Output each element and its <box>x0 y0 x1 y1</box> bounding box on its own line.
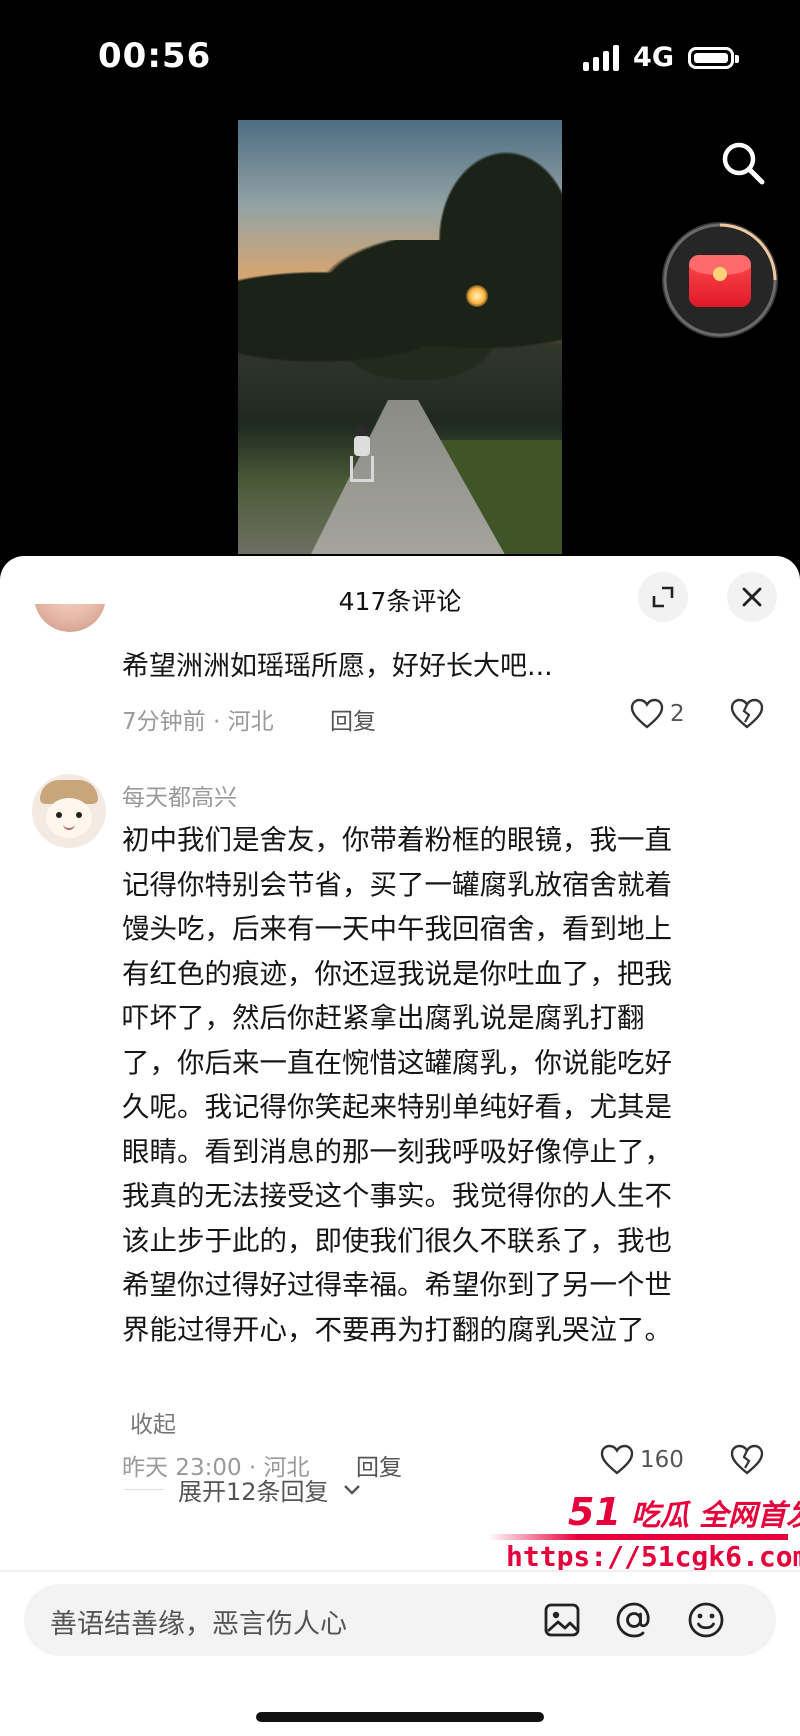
comment-line: 初中我们是舍友，你带着粉框的眼镜，我一直 <box>122 824 672 856</box>
divider <box>0 1570 800 1572</box>
comment-text: 初中我们是舍友，你带着粉框的眼镜，我一直 记得你特别会节省，买了一罐腐乳放宿舍就… <box>122 818 752 1352</box>
broken-heart-icon <box>730 1444 764 1475</box>
expand-replies-label: 展开12条回复 <box>178 1478 329 1506</box>
status-bar: 00:56 4G <box>0 0 800 110</box>
watermark: 51 吃瓜 全网首发 https://51cgk6.com <box>488 1490 800 1578</box>
red-packet-icon[interactable] <box>662 222 778 338</box>
child-on-bike <box>350 424 374 482</box>
search-icon[interactable] <box>718 138 768 188</box>
status-indicators: 4G <box>583 42 739 73</box>
status-time: 00:56 <box>98 36 212 76</box>
signal-icon <box>583 44 620 71</box>
network-type: 4G <box>633 42 674 73</box>
comment-line: 馒头吃，后来有一天中午我回宿舍，看到地上 <box>122 913 672 945</box>
comment-line: 记得你特别会节省，买了一罐腐乳放宿舍就着 <box>122 868 672 901</box>
comment-line: 希望你过得好过得幸福。希望你到了另一个世 <box>122 1269 672 1301</box>
close-icon <box>742 587 762 607</box>
like-button[interactable]: 2 <box>630 698 685 730</box>
like-count: 2 <box>670 701 685 727</box>
avatar[interactable] <box>34 604 106 632</box>
close-button[interactable] <box>727 572 777 622</box>
expand-button[interactable] <box>638 572 688 622</box>
like-count: 160 <box>640 1447 684 1473</box>
comment-line: 久呢。我记得你笑起来特别单纯好看，尤其是 <box>122 1091 672 1123</box>
expand-icon <box>652 586 674 608</box>
comment-line: 我真的无法接受这个事实。我觉得你的人生不 <box>122 1180 672 1212</box>
comment-line: 了，你后来一直在惋惜这罐腐乳，你说能吃好 <box>122 1046 672 1079</box>
expand-replies-button[interactable]: 展开12条回复 <box>124 1472 361 1507</box>
comment-input-placeholder: 善语结善缘，恶言伤人心 <box>50 1609 347 1640</box>
comment-text: 希望洲洲如瑶瑶所愿，好好长大吧... <box>122 651 553 682</box>
comment-line: 该止步于此的，即使我们很久不联系了，我也 <box>122 1224 672 1257</box>
dislike-button[interactable] <box>730 698 764 734</box>
comment-input[interactable]: 善语结善缘，恶言伤人心 <box>24 1584 776 1656</box>
reply-button[interactable]: 回复 <box>330 702 376 736</box>
comment-line: 眼睛。看到消息的那一刻我呼吸好像停止了， <box>122 1135 672 1168</box>
watermark-text: 吃瓜 全网首发 <box>631 1498 800 1532</box>
broken-heart-icon <box>730 698 764 729</box>
like-button[interactable]: 160 <box>600 1444 684 1476</box>
heart-icon <box>600 1444 634 1475</box>
dislike-button[interactable] <box>730 1444 764 1480</box>
comment-line: 界能过得开心，不要再为打翻的腐乳哭泣了。 <box>122 1313 672 1346</box>
at-icon[interactable] <box>614 1600 654 1640</box>
heart-icon <box>630 698 664 729</box>
username[interactable]: 每天都高兴 <box>122 778 237 812</box>
comment-line: 吓坏了，然后你赶紧拿出腐乳说是腐乳打翻 <box>122 1002 645 1034</box>
watermark-url: https://51cgk6.com <box>506 1540 800 1573</box>
video-frame[interactable] <box>238 120 562 554</box>
collapse-button[interactable]: 收起 <box>130 1405 176 1439</box>
avatar[interactable] <box>32 774 106 848</box>
battery-icon <box>688 46 739 69</box>
home-indicator[interactable] <box>256 1712 544 1722</box>
image-icon[interactable] <box>542 1600 582 1640</box>
emoji-icon[interactable] <box>686 1600 726 1640</box>
comment-line: 有红色的痕迹，你还逗我说是你吐血了，把我 <box>122 957 672 990</box>
sun <box>466 285 488 307</box>
comment-time-location: 7分钟前 · 河北 <box>122 709 274 735</box>
reply-button[interactable]: 回复 <box>356 1448 402 1482</box>
watermark-number: 51 <box>568 1490 621 1534</box>
chevron-down-icon <box>343 1484 360 1495</box>
